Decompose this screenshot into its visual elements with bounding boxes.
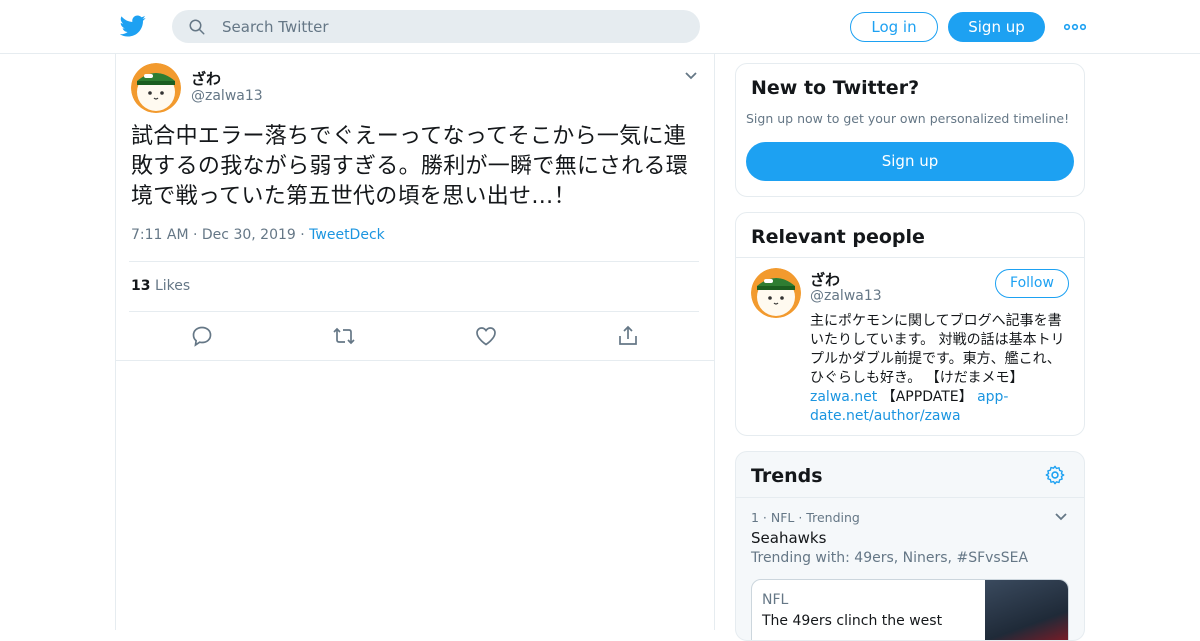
dot-separator: · bbox=[193, 227, 202, 243]
bio-link-zalwa[interactable]: zalwa.net bbox=[810, 389, 877, 405]
new-to-twitter-card: New to Twitter? Sign up now to get your … bbox=[735, 63, 1085, 197]
divider bbox=[129, 261, 699, 262]
relevant-people-card: Relevant people ざわ @zalwa13 Follow 主にポケモ… bbox=[735, 212, 1085, 436]
trends-card: Trends 1 · NFL · Trending Seahawks Trend… bbox=[735, 451, 1085, 641]
divider bbox=[736, 257, 1084, 258]
news-thumbnail bbox=[985, 580, 1068, 640]
gear-icon[interactable] bbox=[1044, 464, 1066, 486]
sidebar-signup-button[interactable]: Sign up bbox=[746, 142, 1074, 181]
person-bio: 主にポケモンに関してブログへ記事を書いたりしています。 対戦の話は基本トリプルか… bbox=[810, 312, 1072, 426]
new-to-twitter-subtitle: Sign up now to get your own personalized… bbox=[746, 111, 1070, 126]
person-handle[interactable]: @zalwa13 bbox=[810, 288, 882, 304]
search-box bbox=[172, 10, 700, 43]
signup-button[interactable]: Sign up bbox=[948, 12, 1045, 42]
share-icon[interactable] bbox=[616, 324, 640, 348]
tweet-date[interactable]: Dec 30, 2019 bbox=[202, 227, 296, 243]
more-options-icon[interactable] bbox=[1064, 19, 1086, 35]
like-heart-icon[interactable] bbox=[474, 324, 498, 348]
tweet-text: 試合中エラー落ちでぐえーってなってそこから一気に連敗するの我ながら弱すぎる。勝利… bbox=[131, 124, 689, 209]
trend-related: Trending with: 49ers, Niners, #SFvsSEA bbox=[751, 550, 1029, 566]
trend-meta: 1 · NFL · Trending bbox=[751, 510, 860, 525]
tweet-source-link[interactable]: TweetDeck bbox=[309, 227, 385, 243]
bio-text: 主にポケモンに関してブログへ記事を書いたりしています。 対戦の話は基本トリプルか… bbox=[810, 313, 1065, 386]
avatar[interactable] bbox=[751, 268, 801, 318]
divider bbox=[116, 360, 714, 361]
trends-title: Trends bbox=[751, 465, 823, 487]
tweet-time[interactable]: 7:11 AM bbox=[131, 227, 189, 243]
search-icon bbox=[189, 19, 205, 35]
likes-label: Likes bbox=[154, 278, 191, 294]
avatar[interactable] bbox=[131, 63, 181, 113]
relevant-people-title: Relevant people bbox=[751, 226, 925, 248]
tweet-detail-column: ざわ @zalwa13 試合中エラー落ちでぐえーってなってそこから一気に連敗する… bbox=[115, 54, 715, 630]
divider bbox=[736, 497, 1084, 498]
trend-name[interactable]: Seahawks bbox=[751, 529, 826, 547]
news-source: NFL bbox=[762, 592, 789, 608]
follow-button[interactable]: Follow bbox=[995, 269, 1069, 298]
tweet-author-name[interactable]: ざわ bbox=[191, 68, 221, 89]
avatar-image-icon bbox=[131, 63, 181, 113]
tweet-actions bbox=[116, 312, 714, 360]
chevron-down-icon[interactable] bbox=[1054, 512, 1068, 522]
retweet-icon[interactable] bbox=[332, 324, 356, 348]
dot-separator: · bbox=[300, 227, 310, 243]
tweet-author-handle[interactable]: @zalwa13 bbox=[191, 88, 263, 104]
new-to-twitter-title: New to Twitter? bbox=[751, 77, 920, 99]
search-input[interactable] bbox=[222, 10, 682, 43]
twitter-bird-logo-icon[interactable] bbox=[120, 13, 146, 39]
trend-news-card[interactable]: NFL The 49ers clinch the west bbox=[751, 579, 1069, 640]
tweet-metadata: 7:11 AM · Dec 30, 2019 · TweetDeck bbox=[131, 227, 385, 243]
chevron-down-icon[interactable] bbox=[684, 71, 698, 81]
reply-icon[interactable] bbox=[190, 324, 214, 348]
bio-text-mid: 【APPDATE】 bbox=[877, 389, 978, 405]
likes-count: 13 bbox=[131, 278, 151, 294]
likes-stat[interactable]: 13 Likes bbox=[131, 278, 190, 294]
avatar-image-icon bbox=[751, 268, 801, 318]
login-button[interactable]: Log in bbox=[850, 12, 938, 42]
top-navigation-bar: Log in Sign up bbox=[0, 0, 1200, 54]
person-name[interactable]: ざわ bbox=[810, 269, 840, 290]
news-headline: The 49ers clinch the west bbox=[762, 613, 943, 629]
